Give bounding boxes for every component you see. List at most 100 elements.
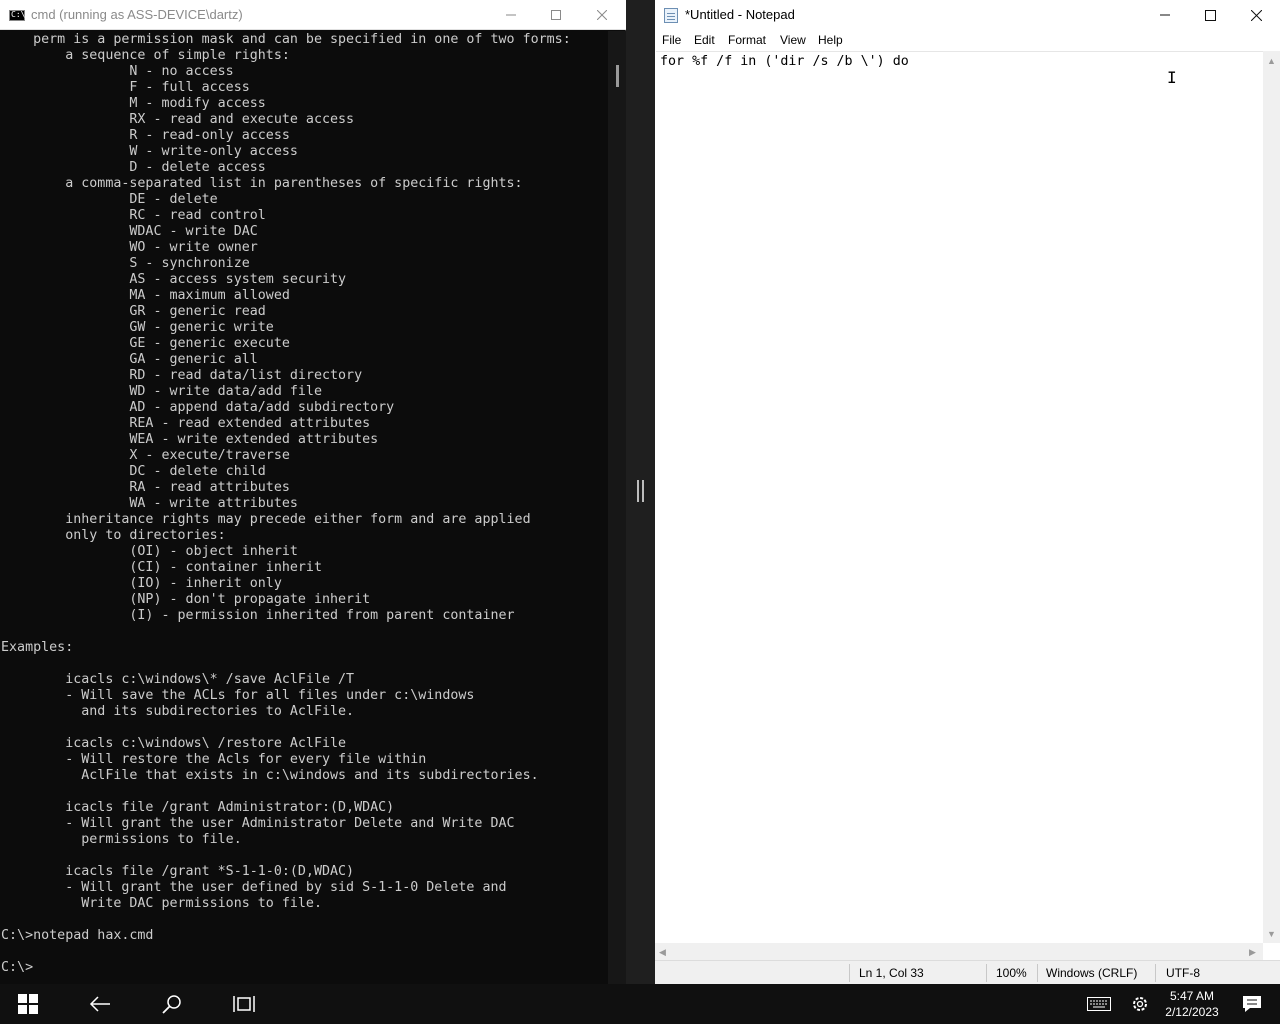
splitter-handle-icon[interactable] — [637, 480, 644, 502]
status-divider — [1155, 964, 1156, 982]
console-line: X - execute/traverse — [1, 448, 290, 463]
console-line: D - delete access — [1, 160, 266, 175]
console-line: RA - read attributes — [1, 480, 290, 495]
console-line: (IO) - inherit only — [1, 576, 282, 591]
clock-date: 2/12/2023 — [1165, 1005, 1219, 1019]
cmd-minimize-button[interactable] — [488, 0, 534, 30]
cmd-maximize-button[interactable] — [533, 0, 579, 30]
minimize-icon — [1160, 14, 1170, 16]
console-line: icacls file /grant *S-1-1-0:(D,WDAC) — [1, 864, 355, 879]
menu-format[interactable]: Format — [728, 33, 766, 47]
text-cursor-ibeam-icon: I — [1167, 68, 1177, 87]
status-divider — [849, 964, 850, 982]
console-line: - Will save the ACLs for all files under… — [1, 688, 475, 703]
console-line: icacls c:\windows\ /restore AclFile — [1, 736, 347, 751]
notepad-close-button[interactable] — [1233, 0, 1279, 30]
notepad-minimize-button[interactable] — [1142, 0, 1188, 30]
close-icon — [597, 10, 607, 20]
console-line: GW - generic write — [1, 320, 274, 335]
system-clock[interactable]: 5:47 AM 2/12/2023 — [1160, 988, 1224, 1020]
cmd-close-button[interactable] — [579, 0, 625, 30]
console-line: WEA - write extended attributes — [1, 432, 379, 447]
notepad-horizontal-scrollbar[interactable]: ◀ ▶ — [655, 943, 1263, 960]
minimize-icon — [506, 14, 516, 16]
status-divider — [1037, 964, 1038, 982]
maximize-icon — [551, 10, 561, 20]
scroll-up-icon[interactable]: ▲ — [1267, 56, 1276, 66]
menu-view[interactable]: View — [780, 33, 806, 47]
notepad-app-icon — [664, 8, 678, 23]
search-button[interactable] — [148, 984, 196, 1024]
status-line-ending: Windows (CRLF) — [1046, 966, 1138, 980]
notepad-text-content[interactable]: for %f /f in ('dir /s /b \') do — [660, 54, 909, 70]
console-line: WD - write data/add file — [1, 384, 322, 399]
cmd-window-title: cmd (running as ASS-DEVICE\dartz) — [31, 7, 243, 22]
scroll-left-icon[interactable]: ◀ — [659, 947, 666, 957]
windows-start-icon — [18, 994, 38, 1014]
cmd-window: C:\ cmd (running as ASS-DEVICE\dartz) pe… — [0, 0, 626, 984]
scroll-down-icon[interactable]: ▼ — [1267, 929, 1276, 939]
console-line: R - read-only access — [1, 128, 290, 143]
console-line: GE - generic execute — [1, 336, 290, 351]
console-line: AS - access system security — [1, 272, 347, 287]
console-line: a sequence of simple rights: — [1, 48, 290, 63]
console-line: and its subdirectories to AclFile. — [1, 704, 355, 719]
console-line: WDAC - write DAC — [1, 224, 258, 239]
console-line: (OI) - object inherit — [1, 544, 298, 559]
cmd-console-output[interactable]: perm is a permission mask and can be spe… — [0, 31, 608, 984]
notepad-menu-bar: File Edit Format View Help — [655, 30, 1280, 51]
notepad-window: *Untitled - Notepad File Edit Format Vie… — [655, 0, 1280, 984]
task-view-button[interactable] — [220, 984, 268, 1024]
cmd-app-icon-text: C:\ — [11, 10, 26, 19]
status-zoom: 100% — [996, 966, 1027, 980]
console-line: - Will restore the Acls for every file w… — [1, 752, 427, 767]
console-line: F - full access — [1, 80, 250, 95]
start-button[interactable] — [4, 984, 52, 1024]
console-line: DE - delete — [1, 192, 218, 207]
console-line: - Will grant the user defined by sid S-1… — [1, 880, 507, 895]
console-line: icacls c:\windows\* /save AclFile /T — [1, 672, 355, 687]
console-line: RC - read control — [1, 208, 266, 223]
console-line: Write DAC permissions to file. — [1, 896, 322, 911]
notepad-title-bar[interactable]: *Untitled - Notepad — [655, 0, 1280, 30]
console-line: icacls file /grant Administrator:(D,WDAC… — [1, 800, 395, 815]
console-line: only to directories: — [1, 528, 226, 543]
cmd-title-bar[interactable]: C:\ cmd (running as ASS-DEVICE\dartz) — [0, 0, 626, 30]
settings-button[interactable] — [1116, 984, 1164, 1024]
close-icon — [1250, 9, 1262, 21]
console-line: (I) - permission inherited from parent c… — [1, 608, 515, 623]
console-line: M - modify access — [1, 96, 266, 111]
console-line: permissions to file. — [1, 832, 242, 847]
console-line: N - no access — [1, 64, 234, 79]
menu-edit[interactable]: Edit — [694, 33, 715, 47]
notepad-window-title: *Untitled - Notepad — [685, 7, 795, 22]
back-icon — [89, 996, 110, 1012]
gear-icon — [1133, 997, 1147, 1011]
cmd-app-icon: C:\ — [9, 10, 25, 21]
action-center-button[interactable] — [1228, 984, 1276, 1024]
task-view-icon — [233, 996, 255, 1012]
notepad-text-area[interactable]: for %f /f in ('dir /s /b \') do — [656, 51, 1263, 943]
console-line: GA - generic all — [1, 352, 258, 367]
menu-file[interactable]: File — [662, 33, 681, 47]
clock-time: 5:47 AM — [1169, 989, 1215, 1003]
console-line: RD - read data/list directory — [1, 368, 363, 383]
console-line: WA - write attributes — [1, 496, 298, 511]
notepad-status-bar: Ln 1, Col 33 100% Windows (CRLF) UTF-8 — [655, 960, 1280, 984]
status-divider — [986, 964, 987, 982]
console-line: REA - read extended attributes — [1, 416, 371, 431]
console-line: C:\> — [1, 960, 34, 975]
notepad-maximize-button[interactable] — [1187, 0, 1233, 30]
menu-help[interactable]: Help — [818, 33, 843, 47]
status-cursor-position: Ln 1, Col 33 — [859, 966, 924, 980]
console-line: C:\>notepad hax.cmd — [1, 928, 154, 943]
scroll-right-icon[interactable]: ▶ — [1249, 947, 1256, 957]
console-line: MA - maximum allowed — [1, 288, 290, 303]
cmd-scrollbar[interactable] — [608, 31, 626, 984]
cmd-scrollbar-thumb[interactable] — [616, 65, 619, 87]
back-button[interactable] — [76, 984, 124, 1024]
search-icon — [162, 995, 181, 1014]
console-line: (NP) - don't propagate inherit — [1, 592, 371, 607]
notepad-vertical-scrollbar[interactable]: ▲ ▼ — [1263, 51, 1280, 943]
console-line: WO - write owner — [1, 240, 258, 255]
